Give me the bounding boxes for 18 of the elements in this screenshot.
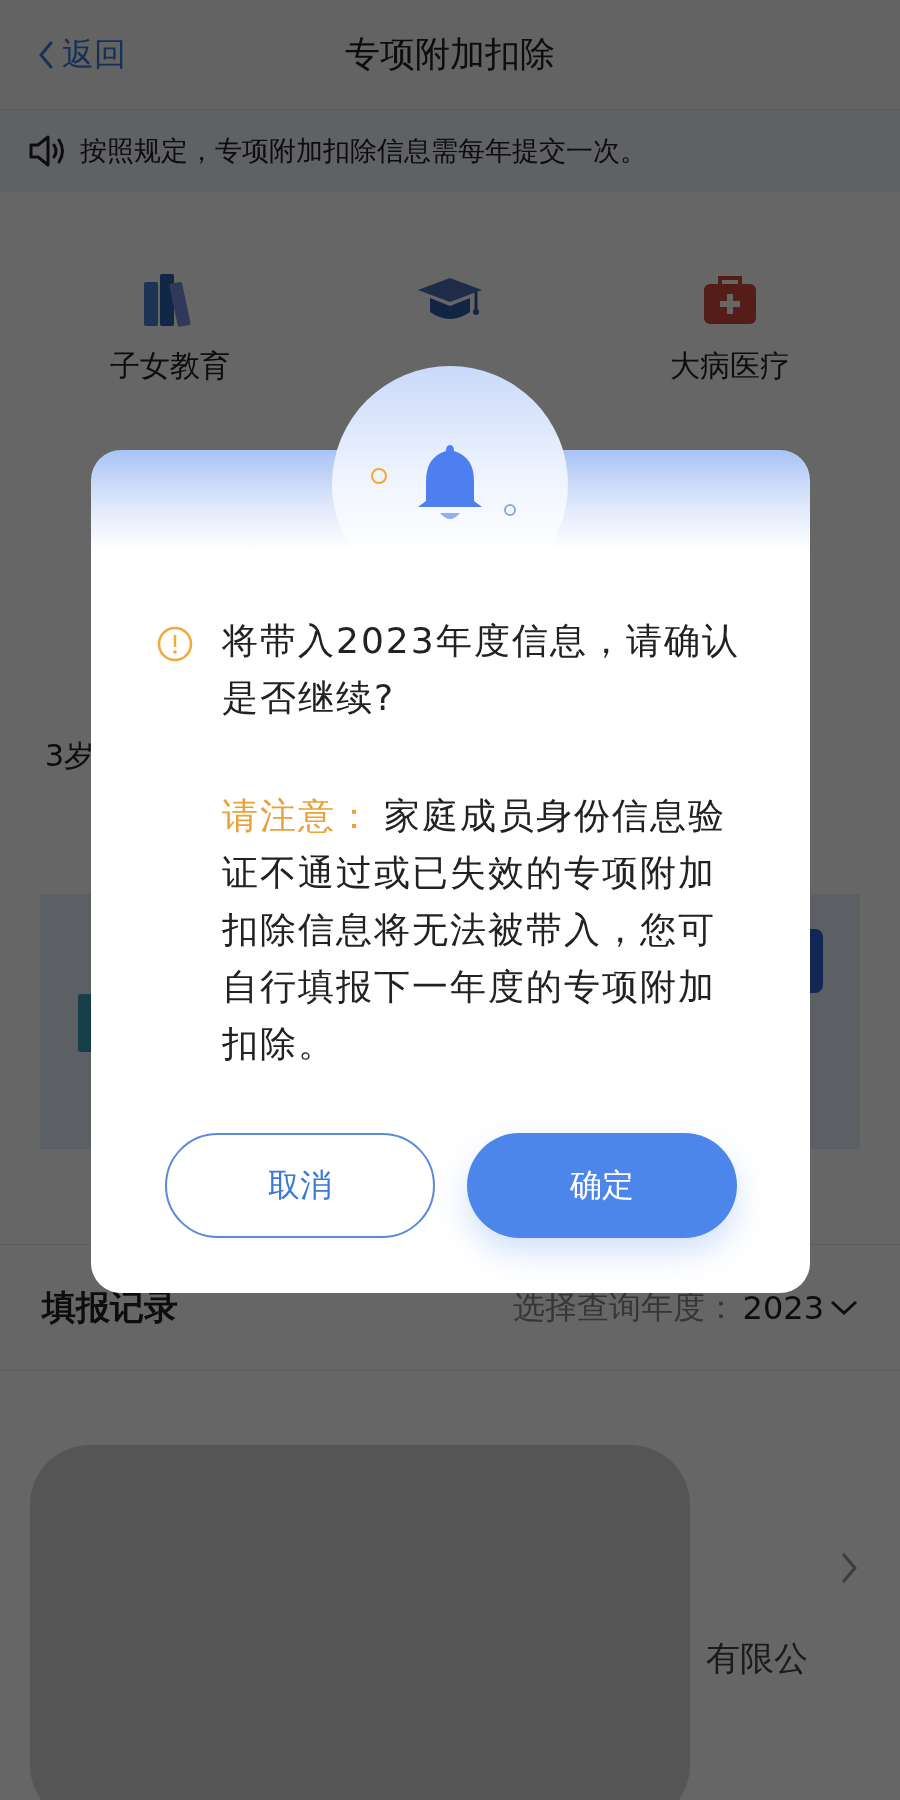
back-link[interactable]: 返回 bbox=[38, 32, 126, 77]
ring-icon bbox=[503, 503, 517, 517]
row-text: 3岁 bbox=[45, 737, 96, 775]
ring-icon bbox=[370, 467, 388, 485]
category-item[interactable]: 大病医疗 bbox=[590, 272, 870, 387]
dialog-message: 将带入2023年度信息，请确认是否继续? bbox=[222, 619, 741, 720]
back-icon bbox=[38, 40, 54, 69]
page-title: 专项附加扣除 bbox=[345, 33, 555, 76]
chevron-down-icon bbox=[830, 1299, 858, 1316]
confirm-button[interactable]: 确定 bbox=[467, 1133, 737, 1238]
dialog-note: 请注意： 家庭成员身份信息验证不通过或已失效的专项附加扣除信息将无法被带入，您可自行填报下一年度的专项附加扣除。 bbox=[222, 794, 727, 1066]
chevron-right-icon[interactable] bbox=[840, 1551, 858, 1585]
company-text: 有限公 bbox=[706, 1637, 808, 1680]
cancel-button[interactable]: 取消 bbox=[165, 1133, 435, 1238]
section-title: 填报记录 bbox=[42, 1285, 178, 1329]
notice-text: 按照规定，专项附加扣除信息需每年提交一次。 bbox=[80, 134, 647, 168]
warning-icon bbox=[156, 625, 194, 663]
category-item[interactable]: 子女教育 bbox=[30, 272, 310, 387]
